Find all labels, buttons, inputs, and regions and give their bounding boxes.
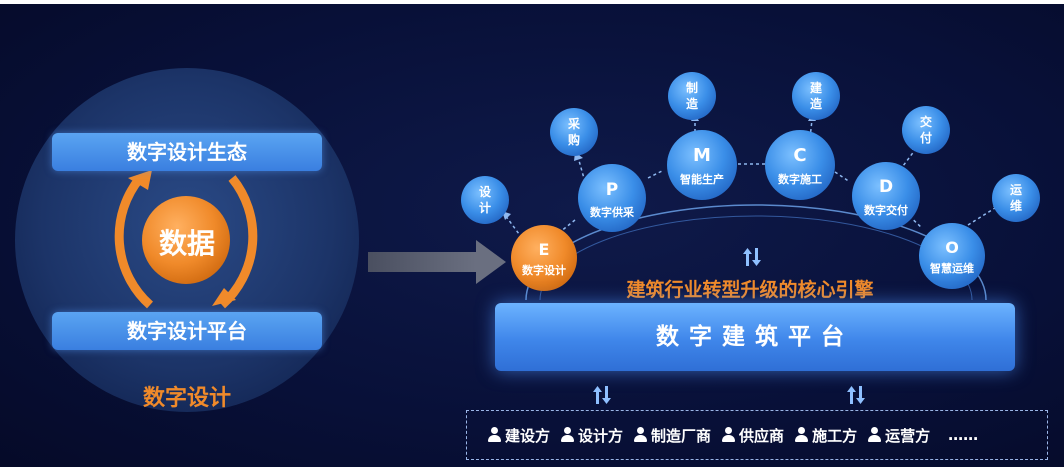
- outer-label-3: 制造: [685, 81, 698, 111]
- outer-label-2: 采购: [567, 117, 580, 147]
- digital-construction-platform: 数字建筑平台: [495, 303, 1015, 371]
- stakeholder-box: 建设方 设计方 制造厂商 供应商 施工方 运营方 ……: [466, 410, 1048, 460]
- phase-letter: E: [538, 240, 550, 259]
- outer-label-1: 设计: [478, 185, 491, 215]
- outer-label-5: 交付: [919, 115, 932, 145]
- person-icon: [633, 427, 648, 443]
- person-icon: [721, 427, 736, 443]
- more-ellipsis: ……: [948, 426, 979, 444]
- phase-letter: P: [605, 180, 619, 200]
- phase-name: 数字供采: [590, 206, 634, 219]
- platform-bar: 数字设计平台: [52, 312, 322, 350]
- phase-letter: M: [693, 145, 711, 166]
- ecosystem-bar: 数字设计生态: [52, 133, 322, 171]
- outer-label-6: 运维: [1009, 183, 1022, 213]
- flow-arrowhead: [476, 240, 506, 284]
- diagram-canvas: 数字设计生态 数据 数字设计平台 数字设计 E 数字设计 P 数字供采 M 智能…: [0, 0, 1064, 467]
- person-icon: [794, 427, 809, 443]
- stakeholder-item: 运营方: [867, 425, 930, 446]
- phase-name: 数字交付: [864, 204, 908, 217]
- outer-label-4: 建造: [809, 81, 822, 111]
- phase-name: 数字施工: [778, 173, 822, 186]
- phase-name: 智慧运维: [930, 262, 974, 275]
- digital-design-caption: 数字设计: [142, 386, 231, 411]
- phase-letter: C: [793, 145, 807, 166]
- phase-letter: D: [878, 177, 894, 197]
- person-icon: [560, 427, 575, 443]
- stakeholder-item: 建设方: [487, 425, 550, 446]
- stakeholder-item: 设计方: [560, 425, 623, 446]
- stakeholder-item: 施工方: [794, 425, 857, 446]
- core-engine-headline: 建筑行业转型升级的核心引擎: [626, 279, 874, 301]
- phase-name: 数字设计: [522, 264, 566, 277]
- data-core-label: 数据: [158, 227, 215, 260]
- person-icon: [487, 427, 501, 443]
- stakeholder-item: 制造厂商: [633, 425, 711, 446]
- phase-letter: O: [945, 238, 959, 257]
- flow-arrow-body: [368, 252, 476, 272]
- person-icon: [867, 427, 882, 443]
- phase-name: 智能生产: [680, 173, 724, 186]
- stakeholder-item: 供应商: [721, 425, 784, 446]
